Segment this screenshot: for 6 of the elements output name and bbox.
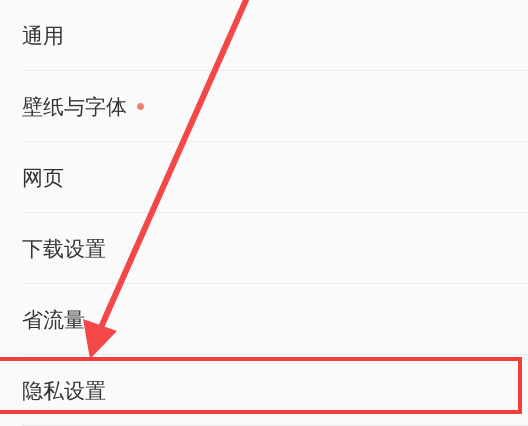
settings-item[interactable]: 壁纸与字体 <box>22 92 127 120</box>
settings-item[interactable]: 网页 <box>22 164 64 192</box>
settings-item[interactable]: 通用 <box>22 22 64 50</box>
settings-item[interactable]: 隐私设置 <box>22 376 106 404</box>
settings-item[interactable]: 省流量 <box>22 306 85 334</box>
settings-item[interactable]: 下载设置 <box>22 234 106 262</box>
